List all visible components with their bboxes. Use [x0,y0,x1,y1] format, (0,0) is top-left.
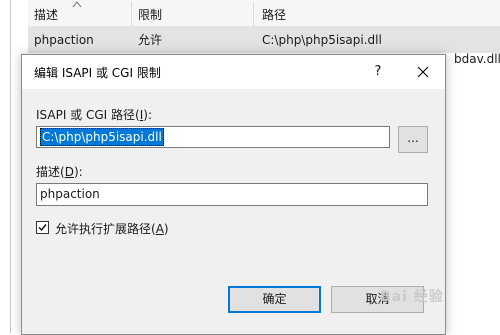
description-label-accesskey: D [64,165,74,179]
column-separator[interactable] [253,2,254,26]
row-restriction: 允许 [138,33,163,47]
checkbox-label-text: 允许执行扩展路径( [55,222,156,236]
ok-button[interactable]: 确定 [228,286,321,313]
allow-extension-path-checkbox[interactable] [36,221,49,234]
description-input[interactable]: phpaction [36,183,428,206]
watermark-logo: Bai 经验 [380,289,444,305]
row-path: C:\php\php5isapi.dll [262,33,382,47]
path-label-text: ISAPI 或 CGI 路径( [36,108,140,122]
checkbox-label-end: ) [163,222,169,236]
description-input-value: phpaction [40,187,100,201]
path-label-end: ): [143,108,152,122]
dialog-titlebar[interactable]: 编辑 ISAPI 或 CGI 限制 ? [22,55,445,89]
path-input[interactable]: C:\php\php5isapi.dll [36,126,390,148]
dialog-title: 编辑 ISAPI 或 CGI 限制 [34,66,161,80]
column-header-restriction[interactable]: 限制 [138,0,162,26]
close-icon [417,66,429,78]
close-button[interactable] [410,61,436,83]
column-header-path[interactable]: 路径 [262,0,286,26]
checkbox-label[interactable]: 允许执行扩展路径(A) [55,220,169,237]
row-path-clipped: bdav.dll [454,52,500,66]
column-separator[interactable] [131,2,132,26]
path-selected-text: C:\php\php5isapi.dll [40,128,164,146]
row-description: phpaction [34,33,94,47]
path-input-value: C:\php\php5isapi.dll [40,128,164,146]
help-button[interactable]: ? [365,61,391,83]
column-header-description[interactable]: 描述 [34,0,58,26]
checkbox-label-accesskey: A [155,222,164,236]
description-label: 描述(D): [36,163,83,180]
sort-ascending-icon [72,1,82,8]
path-label: ISAPI 或 CGI 路径(I): [36,106,152,123]
browse-button[interactable]: ... [398,126,428,153]
description-label-end: ): [73,165,83,179]
list-left-border [10,0,11,333]
checkmark-icon [38,224,47,232]
description-label-text: 描述( [36,165,65,179]
